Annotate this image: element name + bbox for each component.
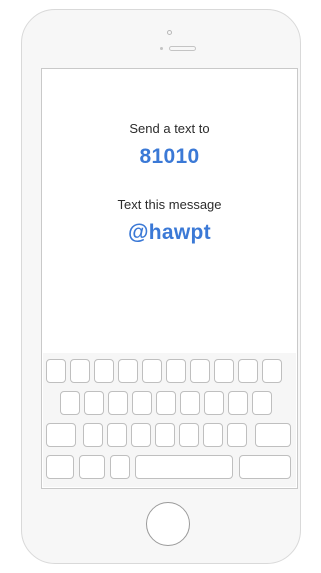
key[interactable] xyxy=(228,391,248,415)
key[interactable] xyxy=(131,423,151,447)
key[interactable] xyxy=(60,391,80,415)
mic-key[interactable] xyxy=(110,455,130,479)
key[interactable] xyxy=(83,423,103,447)
key[interactable] xyxy=(204,391,224,415)
numbers-key[interactable] xyxy=(46,455,74,479)
key[interactable] xyxy=(84,391,104,415)
key[interactable] xyxy=(155,423,175,447)
key[interactable] xyxy=(94,359,114,383)
send-label: Send a text to xyxy=(129,121,210,136)
key[interactable] xyxy=(166,359,186,383)
key[interactable] xyxy=(156,391,176,415)
key[interactable] xyxy=(142,359,162,383)
key[interactable] xyxy=(118,359,138,383)
shift-key[interactable] xyxy=(46,423,76,447)
message-label: Text this message xyxy=(117,197,222,212)
sensor-dot-icon xyxy=(160,47,163,50)
key[interactable] xyxy=(190,359,210,383)
front-camera-icon xyxy=(167,30,172,35)
phone-screen: Send a text to 81010 Text this message @… xyxy=(41,68,298,489)
key[interactable] xyxy=(70,359,90,383)
key[interactable] xyxy=(252,391,272,415)
key[interactable] xyxy=(180,391,200,415)
keyboard-row-4 xyxy=(43,455,296,479)
keyboard-row-2 xyxy=(43,391,296,415)
key[interactable] xyxy=(132,391,152,415)
key[interactable] xyxy=(262,359,282,383)
key[interactable] xyxy=(46,359,66,383)
return-key[interactable] xyxy=(239,455,291,479)
key[interactable] xyxy=(179,423,199,447)
home-button-icon[interactable] xyxy=(146,502,190,546)
speaker-icon xyxy=(169,46,196,51)
keyword-message: @hawpt xyxy=(128,221,211,244)
keyboard xyxy=(43,353,296,487)
key[interactable] xyxy=(108,391,128,415)
key[interactable] xyxy=(238,359,258,383)
space-key[interactable] xyxy=(135,455,233,479)
globe-key[interactable] xyxy=(79,455,105,479)
key[interactable] xyxy=(107,423,127,447)
short-code-number: 81010 xyxy=(139,145,200,168)
backspace-key[interactable] xyxy=(255,423,291,447)
key[interactable] xyxy=(203,423,223,447)
keyboard-row-1 xyxy=(43,359,296,383)
key[interactable] xyxy=(227,423,247,447)
key[interactable] xyxy=(214,359,234,383)
keyboard-row-3 xyxy=(43,423,296,447)
